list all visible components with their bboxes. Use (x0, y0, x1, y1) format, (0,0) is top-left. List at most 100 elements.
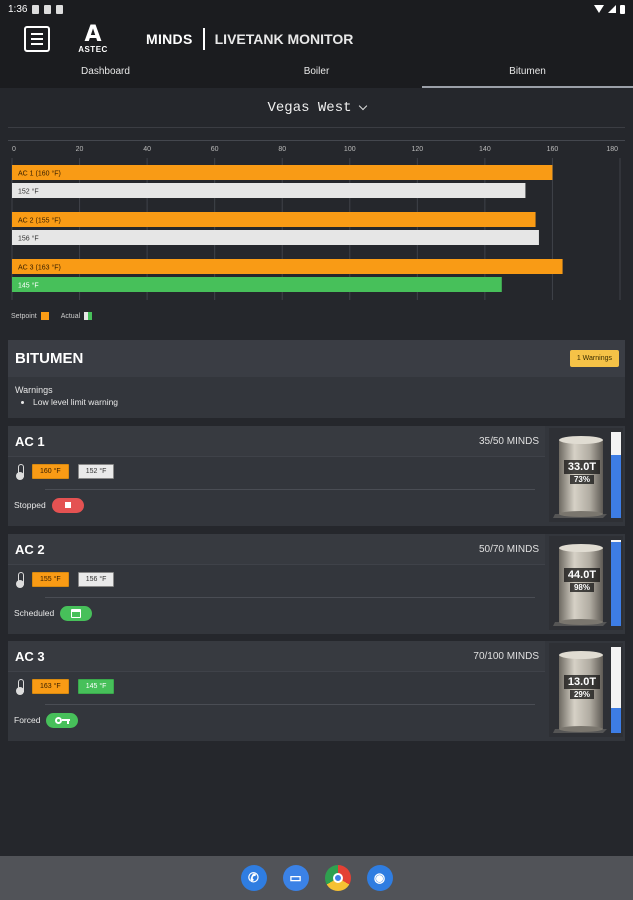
messages-icon[interactable]: ▭ (282, 865, 309, 891)
tank-visual: 44.0T 98% (549, 536, 623, 630)
tank-percent: 73% (570, 475, 594, 484)
legend-setpoint[interactable]: Setpoint (8, 310, 52, 322)
level-fill (611, 541, 621, 626)
sd-card-icon (56, 4, 64, 14)
tank-tonnes: 13.0T (564, 675, 600, 689)
app-bar: A ASTEC MINDS LIVETANK MONITOR (0, 18, 633, 60)
brand-divider (202, 28, 205, 50)
signal-icon (608, 5, 616, 13)
tank-cylinder-icon: 44.0T 98% (553, 542, 609, 626)
level-bar (611, 540, 621, 626)
location-dropdown[interactable]: Vegas West (8, 88, 625, 128)
actual-chip: 145 °F (77, 678, 115, 694)
x-tick-label: 100 (344, 146, 356, 153)
calendar-icon (71, 608, 82, 618)
x-tick-label: 60 (211, 146, 219, 153)
legend-setpoint-label: Setpoint (11, 312, 37, 320)
tank-tonnes: 44.0T (564, 568, 600, 582)
setpoint-bar-label: AC 2 (155 °F) (18, 217, 61, 225)
phone-icon[interactable]: ✆ (240, 865, 267, 891)
chart-svg: 0 20 40 60 80 100 120 140 160 180 AC 1 (160 °F) 152… (8, 140, 625, 300)
tank-minds: 70/100 MINDS (473, 650, 539, 662)
notification-icon (32, 4, 40, 14)
android-dock: ✆ ▭ ◉ (0, 856, 633, 900)
tab-bitumen[interactable]: Bitumen (422, 60, 633, 88)
actual-bar (12, 183, 526, 198)
tank-minds: 50/70 MINDS (478, 543, 539, 555)
setpoint-bar (12, 165, 553, 180)
actual-bar (12, 230, 539, 245)
tank-card-ac1[interactable]: AC 1 35/50 MINDS 160 °F 152 °F Stopped 3… (8, 426, 625, 526)
actual-bar (12, 277, 502, 292)
actual-bar-label: 156 °F (18, 235, 39, 243)
legend-actual-swatch (84, 312, 93, 320)
tank-name: AC 2 (15, 541, 45, 557)
chart-legend: Setpoint Actual (8, 310, 95, 322)
x-tick-label: 20 (76, 146, 84, 153)
tank-name: AC 1 (15, 433, 45, 449)
level-bar (611, 432, 621, 518)
tank-tonnes: 33.0T (564, 460, 600, 474)
tank-status: Scheduled (14, 608, 55, 618)
location-value: Vegas West (267, 99, 352, 116)
key-icon (54, 716, 70, 724)
status-time: 1:36 (8, 3, 28, 15)
bitumen-header: BITUMEN 1 Warnings (8, 340, 625, 377)
thermometer-icon (16, 572, 24, 588)
chrome-icon[interactable] (324, 865, 351, 891)
level-bar (611, 647, 621, 733)
actual-chip: 152 °F (77, 463, 115, 479)
tank-card-ac2[interactable]: AC 2 50/70 MINDS 155 °F 156 °F Scheduled… (8, 534, 625, 634)
tank-cylinder-icon: 13.0T 29% (553, 649, 609, 733)
forced-button[interactable] (46, 712, 79, 728)
tank-cylinder-icon: 33.0T 73% (553, 434, 609, 518)
shield-icon (44, 4, 52, 14)
tank-visual: 13.0T 29% (549, 643, 623, 737)
stop-icon (64, 502, 71, 508)
tank-card-ac3[interactable]: AC 3 70/100 MINDS 163 °F 145 °F Forced 1… (8, 641, 625, 741)
menu-button[interactable] (24, 26, 50, 52)
temperature-chart: 0 20 40 60 80 100 120 140 160 180 AC 1 (160 °F) 152… (8, 140, 625, 306)
brand-title: MINDS (146, 31, 193, 47)
wifi-icon (594, 5, 604, 13)
thermometer-icon (16, 679, 24, 695)
chevron-down-icon (358, 101, 367, 111)
warnings-badge[interactable]: 1 Warnings (569, 350, 619, 367)
schedule-button[interactable] (60, 605, 93, 621)
legend-actual[interactable]: Actual (58, 310, 95, 322)
setpoint-chip: 160 °F (32, 463, 69, 479)
tank-percent: 29% (570, 690, 594, 699)
setpoint-chip: 163 °F (32, 678, 69, 694)
legend-setpoint-swatch (40, 312, 49, 320)
tank-status: Forced (14, 715, 41, 725)
actual-bar-label: 152 °F (18, 188, 39, 196)
x-tick-label: 180 (606, 146, 618, 153)
tank-visual: 33.0T 73% (549, 428, 623, 522)
tank-name: AC 3 (15, 648, 45, 664)
setpoint-chip: 155 °F (32, 571, 69, 587)
setpoint-bar-label: AC 3 (163 °F) (18, 264, 61, 272)
warnings-block: Warnings Low level limit warning (8, 377, 625, 415)
tank-percent: 98% (570, 583, 594, 592)
thermometer-icon (16, 464, 24, 480)
setpoint-bar-label: AC 1 (160 °F) (18, 170, 61, 178)
x-tick-label: 40 (143, 146, 151, 153)
tab-bar: Dashboard Boiler Bitumen (0, 60, 633, 88)
tab-dashboard[interactable]: Dashboard (0, 60, 211, 88)
x-tick-label: 160 (547, 146, 559, 153)
setpoint-bar (12, 212, 536, 227)
astec-logo: A ASTEC (78, 21, 108, 54)
level-fill (611, 708, 621, 733)
bitumen-title: BITUMEN (15, 350, 84, 367)
battery-icon (620, 4, 625, 14)
x-tick-label: 0 (12, 146, 16, 153)
status-bar: 1:36 (0, 0, 633, 18)
tank-status: Stopped (14, 500, 46, 510)
tab-boiler[interactable]: Boiler (211, 60, 422, 88)
warnings-list: Low level limit warning (25, 397, 618, 407)
tank-minds: 35/50 MINDS (478, 435, 539, 447)
stop-button[interactable] (51, 497, 84, 513)
warnings-heading: Warnings (15, 385, 53, 395)
actual-bar-label: 145 °F (18, 282, 39, 290)
camera-icon[interactable]: ◉ (366, 865, 393, 891)
